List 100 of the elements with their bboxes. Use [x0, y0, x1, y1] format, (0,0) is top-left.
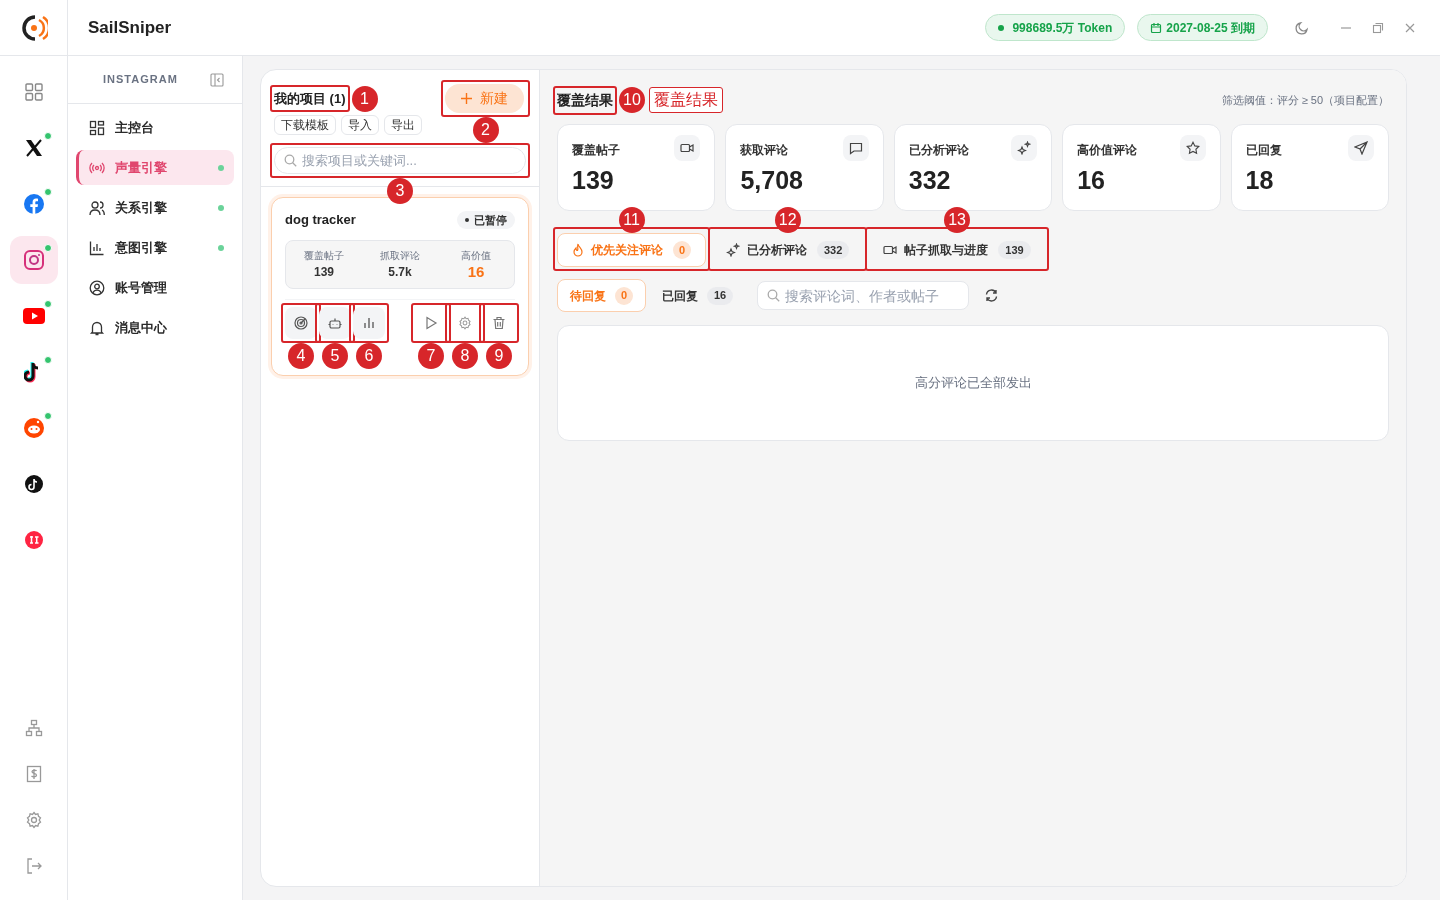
project-card[interactable]: dog tracker 已暂停 覆盖帖子 139 抓取评论 5.7k 高价值 16 4 5 6 7 8 9 [271, 197, 529, 376]
filter-count: 0 [615, 286, 633, 305]
annotation-marker: 13 [944, 207, 971, 233]
play-icon [22, 308, 45, 324]
sparkle-icon [1017, 141, 1032, 155]
radar-icon [294, 315, 308, 330]
search-icon [284, 154, 297, 167]
bar-chart-icon [89, 239, 105, 256]
calendar-icon [1150, 21, 1163, 34]
collapse-sidebar-button[interactable] [210, 71, 226, 88]
dashboard-icon [89, 119, 105, 136]
video-icon [883, 243, 898, 257]
reply-filter-tab[interactable]: 已回复 16 [656, 279, 740, 312]
play-icon [424, 315, 438, 330]
stat-value: 5.7k [388, 263, 412, 281]
annotation-marker: 6 [356, 342, 382, 369]
moon-icon [1295, 20, 1309, 35]
close-icon [1404, 21, 1416, 34]
stat-value: 16 [467, 262, 485, 281]
annotation-marker: 10 [619, 87, 645, 113]
settings-icon [458, 315, 472, 330]
project-search-field[interactable]: 搜索项目或关键词... [274, 147, 526, 174]
annotation-label: 覆盖结果 [649, 87, 723, 113]
stat-label: 高价值 [461, 248, 491, 263]
project-action-button[interactable]: 下载模板 [274, 115, 336, 135]
annotation-marker: 5 [322, 342, 348, 369]
users-icon [89, 199, 105, 216]
stat-value: 332 [908, 165, 952, 195]
sidebar-item[interactable]: 主控台 [76, 110, 234, 145]
refresh-icon [983, 288, 999, 303]
camera-icon [22, 249, 45, 271]
result-tab[interactable]: 已分析评论 332 [712, 233, 864, 267]
settings-icon [24, 811, 43, 829]
app-name: SailSniper [88, 16, 172, 39]
project-name: dog tracker [285, 211, 356, 229]
bell-icon [89, 319, 105, 336]
restore-icon [1372, 21, 1384, 34]
sidebar-toggle-icon [210, 72, 224, 87]
annotation-marker: 2 [472, 117, 499, 143]
bar-chart-icon [362, 315, 376, 330]
stat-label: 获取评论 [740, 141, 789, 159]
logo-icon [19, 12, 48, 43]
platform-title: INSTAGRAM [103, 72, 178, 88]
annotation-marker: 8 [452, 342, 478, 369]
user-circle-icon [89, 279, 105, 296]
sidebar-item[interactable]: 消息中心 [76, 310, 234, 345]
plus-icon [461, 93, 472, 104]
stat-label: 已分析评论 [908, 141, 969, 159]
project-action-button[interactable]: 导入 [341, 115, 379, 135]
projects-title: 我的项目 (1) [274, 89, 346, 108]
expiry-badge: 2027-08-25 到期 [1137, 14, 1268, 41]
music-note-circle-icon [23, 474, 44, 494]
results-title: 覆盖结果 [557, 90, 613, 110]
grid-icon [23, 82, 44, 102]
tab-count: 139 [998, 241, 1031, 259]
sidebar-item[interactable]: 意图引擎 [76, 230, 234, 265]
stat-label: 抓取评论 [380, 248, 420, 263]
annotation-marker: 3 [387, 178, 413, 204]
stat-value: 5,708 [740, 165, 804, 195]
stat-value: 139 [572, 165, 615, 195]
annotation-marker: 9 [486, 342, 512, 369]
stat-value: 139 [314, 263, 334, 281]
stat-value: 18 [1245, 165, 1275, 195]
token-balance-badge: 998689.5万 Token [985, 14, 1126, 41]
sidebar-item[interactable]: 关系引擎 [76, 190, 234, 225]
search-icon [767, 289, 781, 302]
trash-icon [492, 315, 506, 330]
annotation-marker: 1 [351, 85, 378, 112]
stat-label: 已回复 [1245, 141, 1282, 159]
logout-icon [24, 857, 43, 875]
stat-label: 高价值评论 [1077, 141, 1138, 159]
annotation-marker: 4 [288, 342, 314, 369]
stat-label: 覆盖帖子 [572, 141, 620, 159]
empty-message: 高分评论已全部发出 [914, 374, 1032, 393]
stat-value: 16 [1077, 165, 1106, 195]
stat-label: 覆盖帖子 [304, 248, 344, 263]
comment-search-field[interactable]: 搜索评论词、作者或帖子 [757, 281, 970, 310]
threshold-note: 筛选阈值：评分 ≥ 50（项目配置） [1221, 92, 1389, 108]
status-badge: 已暂停 [457, 210, 515, 229]
f-circle-icon [22, 193, 45, 215]
star-icon [1185, 141, 1200, 155]
sidebar-item[interactable]: 账号管理 [76, 270, 234, 305]
sitemap-icon [24, 719, 43, 737]
comment-icon [848, 141, 863, 155]
tab-count: 0 [673, 241, 691, 259]
tab-count: 332 [817, 241, 850, 259]
annotation-marker: 7 [418, 342, 444, 369]
annotation-marker: 11 [618, 207, 645, 233]
annotation-marker: 12 [774, 207, 801, 233]
result-tab[interactable]: 帖子抓取与进度 139 [869, 233, 1045, 267]
sparkle-icon [726, 243, 740, 257]
video-icon [680, 141, 695, 155]
x-letter-icon [23, 138, 44, 158]
filter-count: 16 [707, 286, 734, 305]
send-icon [1354, 141, 1368, 155]
project-action-button[interactable]: 导出 [384, 115, 422, 135]
alien-face-icon [22, 417, 45, 439]
dollar-document-icon [25, 765, 42, 783]
flame-icon [572, 243, 584, 257]
character-badge-icon [23, 530, 44, 550]
